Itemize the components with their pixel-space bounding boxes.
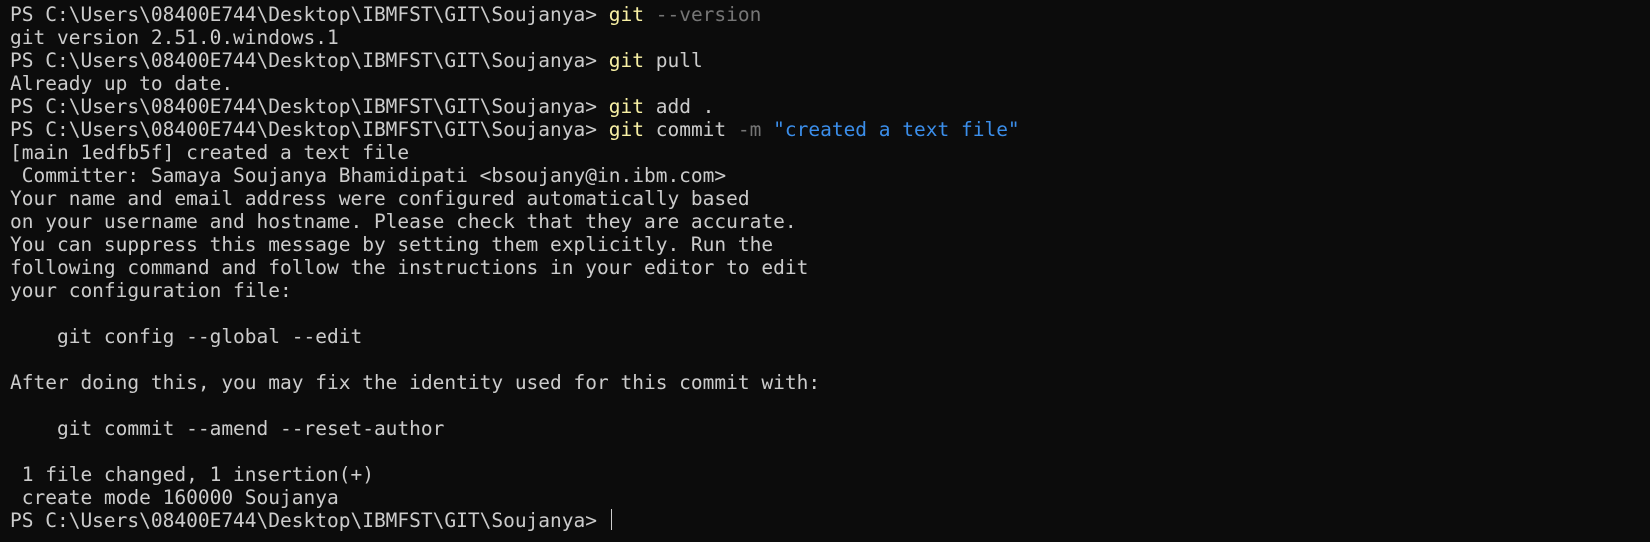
prompt: PS C:\Users\08400E744\Desktop\IBMFST\GIT… [10, 509, 609, 532]
terminal-output: You can suppress this message by setting… [10, 233, 774, 256]
terminal-input-line[interactable]: PS C:\Users\08400E744\Desktop\IBMFST\GIT… [10, 509, 1640, 532]
terminal-line: PS C:\Users\08400E744\Desktop\IBMFST\GIT… [10, 49, 1640, 72]
text-cursor [610, 509, 612, 530]
prompt: PS C:\Users\08400E744\Desktop\IBMFST\GIT… [10, 49, 609, 72]
command-args: add . [643, 95, 715, 118]
terminal-line: PS C:\Users\08400E744\Desktop\IBMFST\GIT… [10, 3, 1640, 26]
terminal-output: create mode 160000 Soujanya [10, 486, 339, 509]
terminal-output: on your username and hostname. Please ch… [10, 210, 797, 233]
command-flag: -m [737, 118, 762, 141]
terminal-output: git commit --amend --reset-author [10, 417, 445, 440]
terminal-output [10, 440, 1640, 463]
prompt: PS C:\Users\08400E744\Desktop\IBMFST\GIT… [10, 3, 609, 26]
terminal-output: following command and follow the instruc… [10, 256, 809, 279]
terminal-output [10, 302, 1640, 325]
terminal-line: PS C:\Users\08400E744\Desktop\IBMFST\GIT… [10, 118, 1640, 141]
terminal-window[interactable]: PS C:\Users\08400E744\Desktop\IBMFST\GIT… [0, 0, 1650, 542]
terminal-output: Already up to date. [10, 72, 234, 95]
terminal-output: git version 2.51.0.windows.1 [10, 26, 339, 49]
prompt: PS C:\Users\08400E744\Desktop\IBMFST\GIT… [10, 118, 609, 141]
terminal-output: 1 file changed, 1 insertion(+) [10, 463, 374, 486]
command-args: commit [643, 118, 738, 141]
terminal-output: Your name and email address were configu… [10, 187, 750, 210]
terminal-line: PS C:\Users\08400E744\Desktop\IBMFST\GIT… [10, 95, 1640, 118]
terminal-output: git config --global --edit [10, 325, 363, 348]
command: git [608, 118, 644, 141]
terminal-output: Committer: Samaya Soujanya Bhamidipati <… [10, 164, 727, 187]
command: git [608, 95, 644, 118]
prompt: PS C:\Users\08400E744\Desktop\IBMFST\GIT… [10, 95, 609, 118]
command: git [608, 3, 644, 26]
terminal-output [10, 348, 1640, 371]
command: git [608, 49, 644, 72]
terminal-output [10, 394, 1640, 417]
command-string: "created a text file" [761, 118, 1020, 141]
terminal-output: [main 1edfb5f] created a text file [10, 141, 410, 164]
command-args: pull [643, 49, 703, 72]
command-flag: --version [643, 3, 762, 26]
terminal-output: your configuration file: [10, 279, 292, 302]
terminal-output: After doing this, you may fix the identi… [10, 371, 821, 394]
